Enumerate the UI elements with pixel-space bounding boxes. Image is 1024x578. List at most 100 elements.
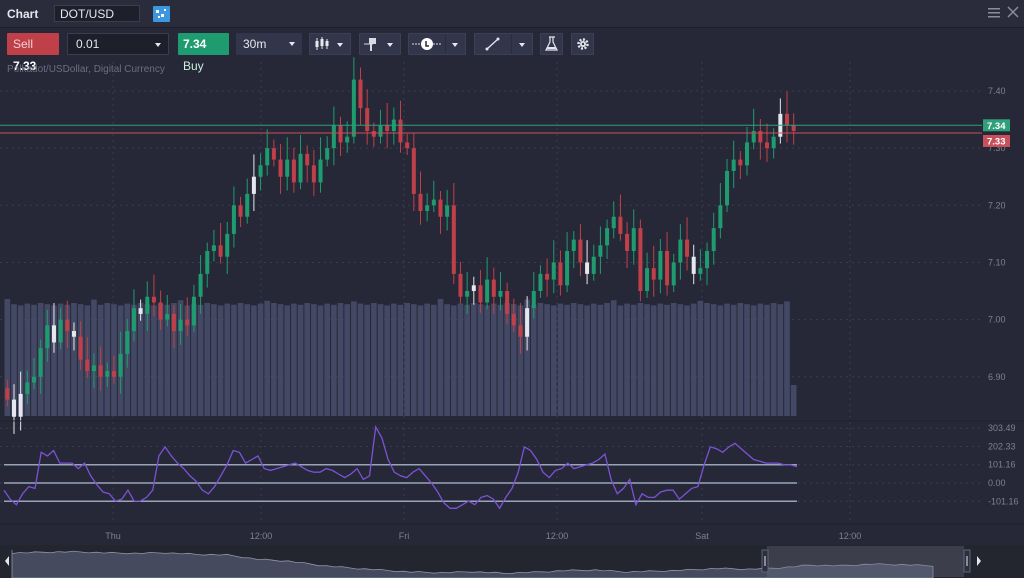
time-tick-label: 12:00 bbox=[250, 531, 273, 541]
candle bbox=[311, 149, 316, 197]
candle-body bbox=[118, 353, 123, 377]
volume-bar bbox=[324, 303, 331, 416]
range-handle-left-icon[interactable] bbox=[761, 549, 769, 573]
candle-body bbox=[285, 159, 290, 177]
candle-body bbox=[198, 273, 203, 297]
candle-body bbox=[431, 199, 436, 206]
candle-body bbox=[178, 319, 183, 332]
navigator-selected-range[interactable] bbox=[767, 546, 964, 577]
volume-bar bbox=[377, 304, 384, 416]
volume-bar bbox=[664, 304, 670, 416]
price-tick-label: 7.00 bbox=[988, 315, 1006, 325]
candle-body bbox=[25, 382, 30, 394]
candle bbox=[398, 100, 403, 153]
candle-body bbox=[91, 365, 96, 372]
volume-bar bbox=[624, 303, 630, 416]
candle-body bbox=[31, 376, 36, 383]
time-tick-label: Fri bbox=[399, 531, 410, 541]
candle bbox=[405, 133, 410, 156]
candle-body bbox=[685, 239, 690, 257]
candle bbox=[458, 261, 463, 304]
candle bbox=[325, 136, 330, 167]
candle-body bbox=[505, 291, 510, 314]
volume-bar bbox=[577, 304, 584, 416]
candle-body bbox=[305, 153, 310, 166]
volume-bar bbox=[384, 305, 391, 416]
volume-bar bbox=[291, 303, 297, 416]
candle-body bbox=[531, 291, 536, 309]
volume-bar bbox=[644, 304, 650, 416]
time-tick-label: 12:00 bbox=[839, 531, 862, 541]
candle bbox=[218, 223, 223, 264]
candle-body bbox=[618, 216, 623, 234]
candle bbox=[231, 186, 236, 248]
candle bbox=[425, 193, 430, 222]
candle-body bbox=[485, 279, 490, 303]
volume-bar bbox=[457, 303, 464, 416]
candle bbox=[631, 209, 636, 265]
candle bbox=[225, 221, 230, 274]
volume-bar bbox=[750, 305, 757, 416]
volume-bar bbox=[537, 303, 544, 416]
candle-body bbox=[365, 108, 370, 132]
candle-body bbox=[325, 148, 330, 160]
candle-body bbox=[578, 239, 583, 263]
candle bbox=[318, 137, 323, 193]
candle bbox=[718, 183, 723, 239]
candle bbox=[238, 196, 243, 228]
volume-bar bbox=[391, 303, 397, 416]
volume-bar bbox=[251, 305, 257, 416]
candle-body bbox=[698, 268, 703, 274]
candle-body bbox=[465, 291, 470, 297]
ask-price-tag: 7.34 bbox=[983, 119, 1010, 132]
candle-body bbox=[45, 325, 50, 349]
volume-bar bbox=[344, 304, 351, 416]
candle-body bbox=[151, 296, 156, 303]
candle bbox=[705, 242, 710, 286]
candle-body bbox=[185, 319, 190, 326]
volume-bar bbox=[597, 304, 604, 416]
candle-body bbox=[51, 325, 56, 343]
candle-body bbox=[71, 331, 76, 337]
price-chart[interactable]: 7.407.307.207.107.006.907.347.33 303.492… bbox=[0, 0, 1024, 545]
candle-body bbox=[371, 131, 376, 137]
candle bbox=[765, 123, 770, 162]
candle-body bbox=[491, 279, 496, 297]
volume-bar bbox=[777, 304, 784, 416]
candle-body bbox=[111, 371, 116, 377]
candle bbox=[785, 91, 790, 143]
candle-body bbox=[265, 148, 270, 166]
candle-body bbox=[738, 159, 743, 166]
candle-body bbox=[665, 251, 670, 286]
volume-bar bbox=[404, 303, 410, 416]
candle bbox=[305, 145, 310, 183]
volume-bar bbox=[271, 303, 277, 416]
time-tick-label: Sat bbox=[695, 531, 709, 541]
volume-bar bbox=[317, 305, 324, 416]
volume-bar bbox=[604, 303, 610, 416]
candle bbox=[211, 229, 216, 262]
volume-bar bbox=[397, 304, 404, 416]
candle bbox=[638, 219, 643, 302]
volume-bar bbox=[484, 305, 490, 416]
candle bbox=[245, 178, 250, 224]
candle-body bbox=[631, 228, 636, 252]
volume-bar bbox=[410, 304, 417, 416]
volume-bar bbox=[211, 304, 217, 416]
candle-body bbox=[551, 262, 556, 280]
candle bbox=[365, 89, 370, 145]
volume-bar bbox=[637, 303, 644, 416]
candle-body bbox=[451, 205, 456, 274]
range-handle-right-icon[interactable] bbox=[963, 549, 971, 573]
volume-bar bbox=[650, 305, 657, 416]
volume-bar bbox=[224, 303, 231, 416]
candle-body bbox=[251, 176, 256, 194]
candle bbox=[431, 180, 436, 213]
volume-bar bbox=[204, 303, 211, 416]
volume-bar bbox=[744, 304, 750, 416]
volume-bar bbox=[71, 303, 77, 416]
candle-body bbox=[225, 233, 230, 257]
candle-body bbox=[358, 79, 363, 109]
volume-bar bbox=[497, 304, 504, 416]
range-navigator[interactable] bbox=[0, 545, 1024, 578]
